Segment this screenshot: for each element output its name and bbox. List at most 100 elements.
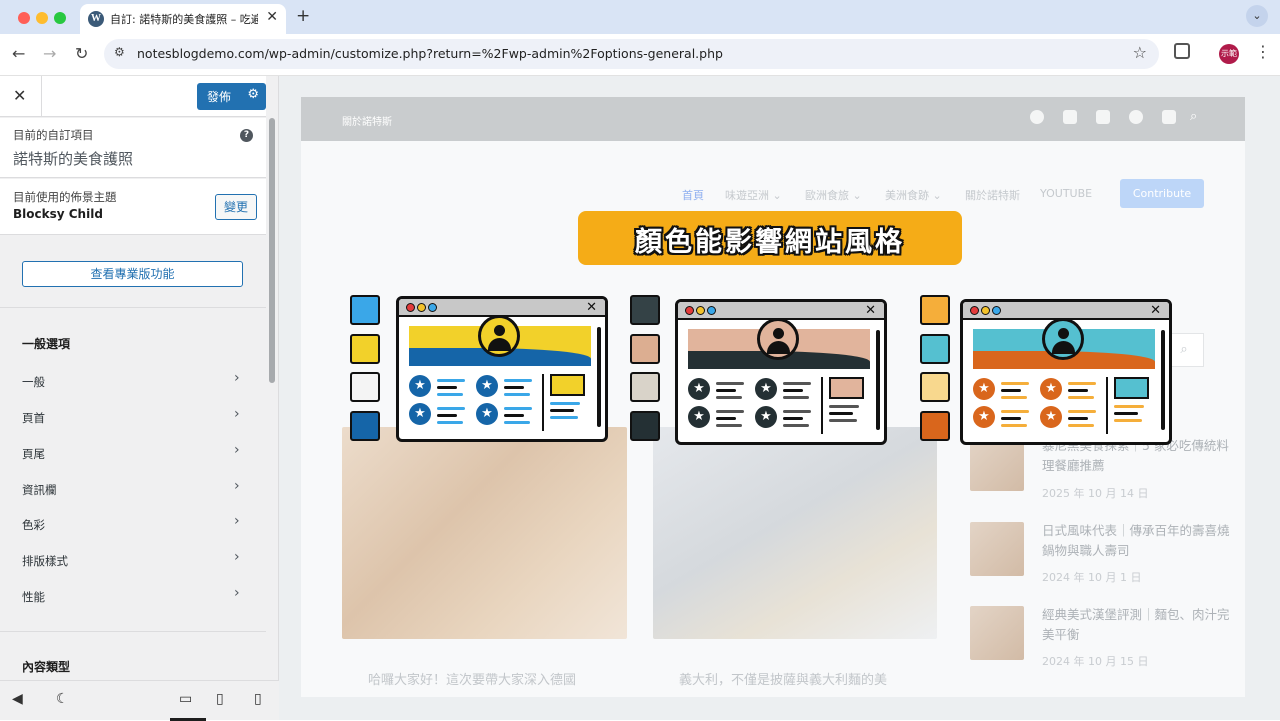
sidebar-item-widgets[interactable]: 資訊欄 › [0, 475, 266, 505]
current-customization: 目前的自訂項目 諾特斯的美食護照 ? [0, 118, 266, 178]
scrollbar-illustration [597, 327, 601, 427]
sidebar-item-label: 性能 [22, 590, 45, 604]
color-swatch [630, 334, 660, 364]
text-line [437, 379, 465, 382]
color-swatch [920, 334, 950, 364]
pinterest-icon[interactable] [1129, 110, 1143, 124]
tab-title: 自訂: 諾特斯的美食護照 – 吃遍 [110, 13, 258, 26]
recent-post-thumbnail[interactable] [970, 437, 1024, 491]
post-thumbnail[interactable] [342, 427, 627, 639]
browser-tab[interactable]: W 自訂: 諾特斯的美食護照 – 吃遍 ✕ [80, 4, 286, 34]
x-twitter-icon[interactable] [1063, 110, 1077, 124]
text-line [783, 389, 803, 392]
text-line [504, 414, 524, 417]
avatar-head [1058, 328, 1069, 339]
reload-icon[interactable]: ↻ [75, 44, 88, 63]
sidebar-scrollbar[interactable] [269, 118, 275, 383]
close-customizer-icon[interactable]: ✕ [13, 86, 26, 105]
instagram-icon[interactable] [1096, 110, 1110, 124]
divider [41, 76, 42, 117]
change-theme-button[interactable]: 變更 [215, 194, 257, 220]
text-line [783, 382, 811, 385]
close-window-button[interactable] [18, 12, 30, 24]
maximize-window-button[interactable] [54, 12, 66, 24]
address-bar[interactable]: ⚙ notesblogdemo.com/wp-admin/customize.p… [104, 39, 1159, 69]
back-icon[interactable]: ← [12, 44, 25, 63]
avatar-icon [478, 315, 520, 357]
tablet-preview-icon[interactable]: ▯ [216, 691, 224, 707]
browser-window-illustration: ✕ ★ ★ ★ ★ [675, 299, 887, 445]
close-icon: ✕ [586, 300, 597, 315]
text-line [716, 417, 736, 420]
customizer-footer: ◀ ☾ ▭ ▯ ▯ [0, 680, 279, 721]
gear-icon[interactable]: ⚙ [247, 87, 259, 102]
text-line [716, 389, 736, 392]
recent-post-thumbnail[interactable] [970, 522, 1024, 576]
browser-window-illustration: ✕ ★ ★ ★ ★ [396, 296, 608, 442]
sidebar-item-general[interactable]: 一般 › [0, 367, 266, 397]
tab-search-chevron-icon[interactable]: ⌄ [1246, 5, 1268, 27]
nav-item-europe[interactable]: 歐洲食旅 ⌄ [805, 187, 862, 203]
browser-toolbar: ← → ↻ ⚙ notesblogdemo.com/wp-admin/custo… [0, 34, 1280, 76]
bookmark-star-icon[interactable]: ☆ [1133, 43, 1147, 62]
customizer-header: ✕ 發佈 ⚙ [0, 76, 266, 117]
nav-item-asia[interactable]: 味遊亞洲 ⌄ [725, 187, 782, 203]
sidebar-item-header[interactable]: 頁首 › [0, 403, 266, 433]
text-line [783, 417, 803, 420]
forward-icon[interactable]: → [43, 44, 56, 63]
divider [0, 307, 266, 308]
star-icon: ★ [476, 375, 498, 397]
sidebar-item-label: 頁尾 [22, 447, 45, 461]
text-line [1001, 417, 1021, 420]
text-line [1001, 382, 1029, 385]
post-title[interactable]: 義大利，不僅是披薩與義大利麵的美 [679, 669, 887, 688]
color-swatch [350, 295, 380, 325]
hide-controls-icon[interactable]: ◀ [12, 691, 23, 707]
nav-item-youtube[interactable]: YOUTUBE [1040, 187, 1092, 200]
nav-item-americas[interactable]: 美洲食跡 ⌄ [885, 187, 942, 203]
mobile-preview-icon[interactable]: ▯ [254, 691, 262, 707]
star-icon: ★ [755, 406, 777, 428]
sidebar-item-label: 一般 [22, 375, 45, 389]
top-bar-about-link[interactable]: 關於諾特斯 [342, 113, 392, 128]
tab-close-icon[interactable]: ✕ [266, 9, 278, 25]
star-icon: ★ [476, 403, 498, 425]
dark-mode-moon-icon[interactable]: ☾ [56, 691, 69, 707]
sidebar-item-performance[interactable]: 性能 › [0, 582, 266, 612]
recent-post-date: 2025 年 10 月 14 日 [1042, 487, 1149, 500]
sidebar-item-colors[interactable]: 色彩 › [0, 510, 266, 540]
new-tab-icon[interactable]: + [296, 6, 310, 26]
nav-item-home[interactable]: 首頁 [682, 187, 704, 203]
avatar-icon [1042, 318, 1084, 360]
facebook-icon[interactable] [1030, 110, 1044, 124]
extensions-icon[interactable] [1174, 43, 1190, 59]
site-info-icon[interactable]: ⚙ [114, 45, 125, 59]
text-line [1001, 424, 1027, 427]
browser-window-illustration: ✕ ★ ★ ★ ★ [960, 299, 1172, 445]
sidebar-item-typography[interactable]: 排版樣式 › [0, 546, 266, 576]
view-pro-features-button[interactable]: 查看專業版功能 [22, 261, 243, 287]
profile-avatar[interactable]: 示範 [1219, 44, 1239, 64]
browser-menu-icon[interactable]: ⋮ [1255, 42, 1271, 61]
post-title[interactable]: 哈囉大家好！這次要帶大家深入德國 [368, 669, 576, 688]
youtube-icon[interactable] [1162, 110, 1176, 124]
sidebar-item-footer[interactable]: 頁尾 › [0, 439, 266, 469]
help-icon[interactable]: ? [240, 129, 253, 142]
theme-name: Blocksy Child [13, 207, 103, 221]
image-placeholder-icon [829, 377, 864, 399]
search-icon[interactable]: ⌕ [1190, 109, 1197, 124]
publish-button[interactable]: 發佈 ⚙ [197, 83, 266, 110]
star-icon: ★ [688, 406, 710, 428]
contribute-button[interactable]: Contribute [1120, 179, 1204, 208]
nav-item-about[interactable]: 關於諾特斯 [965, 187, 1020, 203]
minimize-window-button[interactable] [36, 12, 48, 24]
desktop-preview-icon[interactable]: ▭ [179, 691, 192, 707]
text-line [783, 396, 809, 399]
post-thumbnail[interactable] [653, 427, 937, 639]
recent-post-title[interactable]: 經典美式漢堡評測｜麵包、肉汁完美平衡 [1042, 605, 1232, 645]
text-line [1001, 396, 1027, 399]
star-icon: ★ [755, 378, 777, 400]
recent-post-thumbnail[interactable] [970, 606, 1024, 660]
window-dot [992, 306, 1001, 315]
recent-post-title[interactable]: 日式風味代表｜傳承百年的壽喜燒鍋物與職人壽司 [1042, 521, 1232, 561]
